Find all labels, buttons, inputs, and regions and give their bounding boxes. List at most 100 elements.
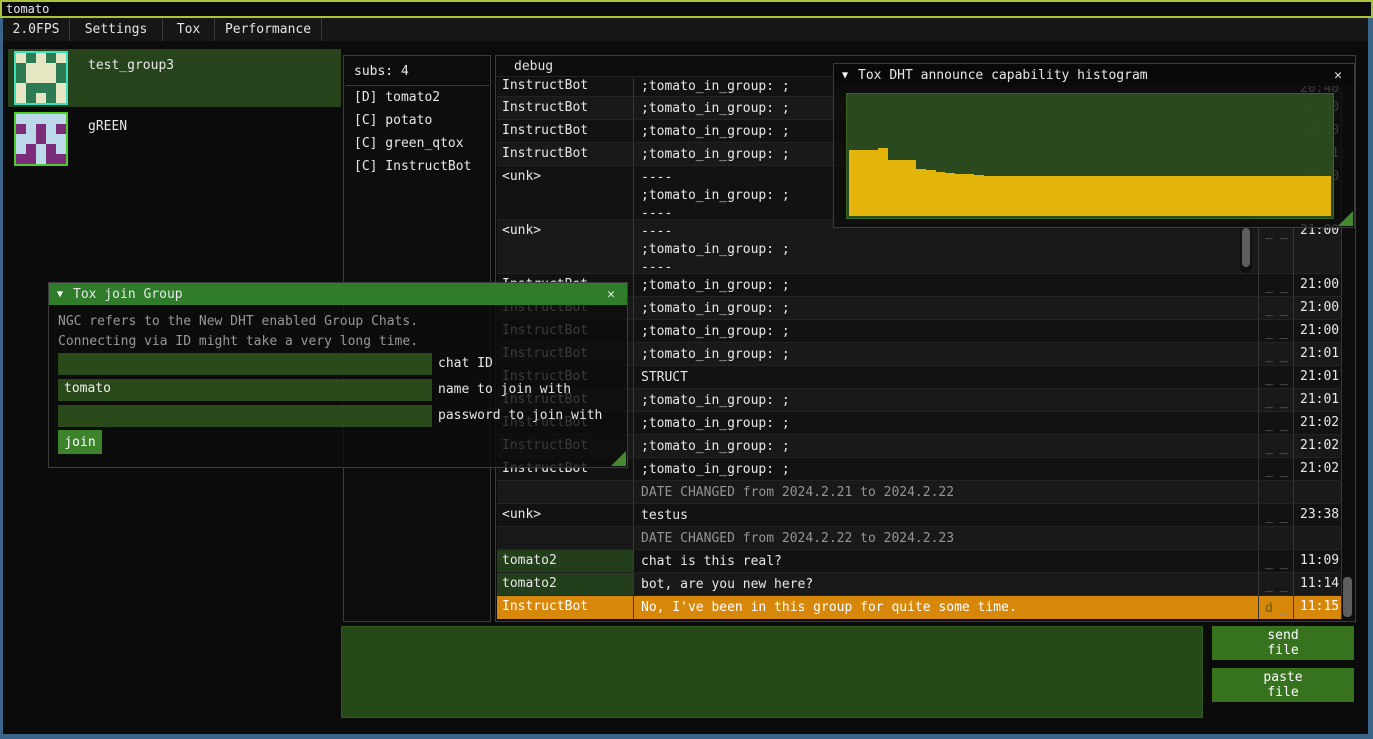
chat-row[interactable]: <unk>testus__23:38 xyxy=(497,504,1342,527)
delivery-mark: _ xyxy=(1280,302,1288,319)
message-sender: <unk> xyxy=(497,504,633,526)
message-timestamp: 21:01 xyxy=(1293,389,1342,411)
message-sender xyxy=(497,481,633,503)
histogram-bar xyxy=(965,174,975,216)
histogram-bar xyxy=(1177,176,1187,216)
delivery-marks xyxy=(1258,481,1293,503)
avatar-pixel xyxy=(56,134,66,144)
delivery-marks: __ xyxy=(1258,297,1293,319)
histogram-bar xyxy=(1283,176,1293,216)
date-row[interactable]: DATE CHANGED from 2024.2.21 to 2024.2.22 xyxy=(497,481,1342,504)
histogram-bar xyxy=(1158,176,1168,216)
histogram-bar xyxy=(1186,176,1196,216)
histogram-bar xyxy=(1321,176,1331,216)
avatar-pixel xyxy=(56,144,66,154)
delivery-mark: _ xyxy=(1265,371,1273,388)
avatar-pixel xyxy=(56,73,66,83)
avatar-pixel xyxy=(46,83,56,93)
histogram-bar xyxy=(1206,176,1216,216)
chat-row[interactable]: tomato2bot, are you new here?__11:14 xyxy=(497,573,1342,596)
join-group-title: Tox join Group xyxy=(73,287,593,302)
chat-row[interactable]: <unk>----;tomato_in_group: ;----__21:00 xyxy=(497,220,1342,274)
message-timestamp: 21:02 xyxy=(1293,435,1342,457)
avatar-pixel xyxy=(26,124,36,134)
delivery-mark: _ xyxy=(1280,578,1288,595)
avatar-pixel xyxy=(16,114,26,124)
avatar-pixel xyxy=(26,154,36,164)
message-sender: InstructBot xyxy=(497,78,633,98)
send-file-button[interactable]: send file xyxy=(1212,626,1354,660)
histogram-bar xyxy=(945,173,955,216)
join-password-field[interactable] xyxy=(58,405,432,427)
collapse-triangle-icon[interactable]: ▼ xyxy=(842,70,848,81)
close-icon[interactable]: ✕ xyxy=(1330,68,1346,83)
delivery-mark: _ xyxy=(1265,509,1273,526)
date-row[interactable]: DATE CHANGED from 2024.2.22 to 2024.2.23 xyxy=(497,527,1342,550)
avatar-pixel xyxy=(46,73,56,83)
message-scrollbar-thumb[interactable] xyxy=(1242,228,1250,267)
menu-item-tox[interactable]: Tox xyxy=(163,18,215,41)
dht-histogram-titlebar[interactable]: ▼ Tox DHT announce capability histogram … xyxy=(834,64,1354,86)
histogram-bar xyxy=(1148,176,1158,216)
member-item[interactable]: [D] tomato2 xyxy=(344,86,490,109)
delivery-mark: _ xyxy=(1265,225,1273,277)
avatar-pixel xyxy=(46,134,56,144)
menu-item-20fps[interactable]: 2.0FPS xyxy=(3,18,70,41)
avatar-pixel xyxy=(16,124,26,134)
group-item-gREEN[interactable]: gREEN xyxy=(8,110,341,168)
avatar-pixel xyxy=(56,114,66,124)
close-icon[interactable]: ✕ xyxy=(603,287,619,302)
avatar-pixel xyxy=(46,53,56,63)
menu-item-performance[interactable]: Performance xyxy=(215,18,322,41)
histogram-bar xyxy=(1292,176,1302,216)
histogram-bar xyxy=(1235,176,1245,216)
member-item[interactable]: [C] InstructBot xyxy=(344,155,490,178)
chat-id-label: chat ID xyxy=(438,353,493,371)
join-group-titlebar[interactable]: ▼ Tox join Group ✕ xyxy=(49,283,627,305)
message-sender: InstructBot xyxy=(497,143,633,165)
delivery-marks: d_ xyxy=(1258,596,1293,619)
message-timestamp: 21:01 xyxy=(1293,343,1342,365)
tab-debug[interactable]: debug xyxy=(514,59,553,74)
collapse-triangle-icon[interactable]: ▼ xyxy=(57,289,63,300)
app-window: tomato 2.0FPSSettingsToxPerformance test… xyxy=(0,0,1373,739)
group-item-test_group3[interactable]: test_group3 xyxy=(8,49,341,107)
dht-histogram-window: ▼ Tox DHT announce capability histogram … xyxy=(833,63,1355,228)
resize-grip-icon[interactable] xyxy=(611,451,626,466)
histogram-bar xyxy=(1302,176,1312,216)
histogram-bar xyxy=(897,160,907,216)
message-input[interactable] xyxy=(341,626,1203,718)
message-timestamp: 11:09 xyxy=(1293,550,1342,572)
histogram-bar xyxy=(1013,176,1023,216)
delivery-mark: _ xyxy=(1265,394,1273,411)
member-item[interactable]: [C] potato xyxy=(344,109,490,132)
message-timestamp: 21:02 xyxy=(1293,412,1342,434)
chat-row[interactable]: InstructBotNo, I've been in this group f… xyxy=(497,596,1342,619)
join-group-dialog: ▼ Tox join Group ✕ NGC refers to the New… xyxy=(48,282,628,468)
histogram-bar xyxy=(1312,176,1322,216)
ngc-info-line-2: Connecting via ID might take a very long… xyxy=(58,334,418,349)
avatar-pixel xyxy=(26,63,36,73)
delivery-mark: _ xyxy=(1265,325,1273,342)
histogram-bar xyxy=(1196,176,1206,216)
chat-row[interactable]: tomato2chat is this real?__11:09 xyxy=(497,550,1342,573)
histogram-bar xyxy=(849,150,859,216)
resize-grip-icon[interactable] xyxy=(1338,211,1353,226)
paste-file-button[interactable]: paste file xyxy=(1212,668,1354,702)
menu-item-settings[interactable]: Settings xyxy=(70,18,163,41)
chat-scrollbar-thumb[interactable] xyxy=(1343,577,1352,617)
ngc-info-line-1: NGC refers to the New DHT enabled Group … xyxy=(58,314,418,329)
delivery-mark: _ xyxy=(1280,463,1288,480)
chat-id-field[interactable] xyxy=(58,353,432,375)
delivery-mark: _ xyxy=(1280,601,1288,619)
join-button[interactable]: join xyxy=(58,430,102,454)
group-name: test_group3 xyxy=(88,58,174,73)
join-name-field[interactable]: tomato xyxy=(58,379,432,401)
delivery-mark: _ xyxy=(1265,417,1273,434)
member-item[interactable]: [C] green_qtox xyxy=(344,132,490,155)
histogram-bar xyxy=(888,160,898,216)
message-timestamp: 21:00 xyxy=(1293,297,1342,319)
histogram-bar xyxy=(1032,176,1042,216)
delivery-mark: d xyxy=(1265,601,1273,619)
avatar-pixel xyxy=(36,114,46,124)
